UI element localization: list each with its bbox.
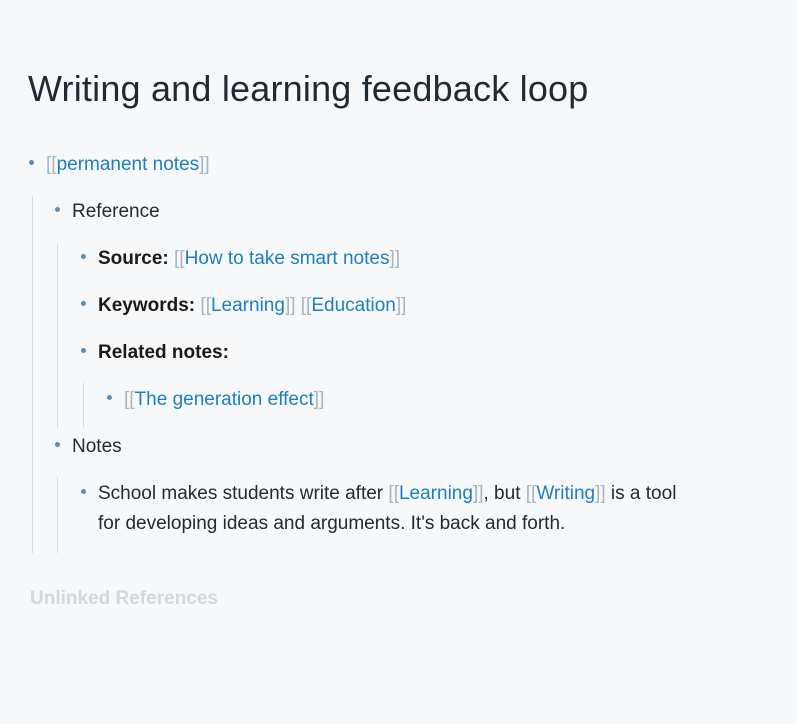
link-close-bracket: ]]: [313, 389, 325, 410]
block-text-school-line2: for developing ideas and arguments. It's…: [98, 513, 566, 534]
page-link-learning-inline[interactable]: Learning: [399, 483, 473, 504]
attribute-keywords: Keywords:: [98, 295, 196, 316]
page-link-permanent-notes[interactable]: permanent notes: [57, 154, 200, 175]
page-link-how-to-take-smart-notes[interactable]: How to take smart notes: [185, 248, 390, 269]
link-open-bracket: [[: [174, 248, 185, 269]
link-close-bracket: ]]: [199, 154, 210, 175]
link-open-bracket: [[: [46, 154, 57, 175]
block-source[interactable]: Source: [[How to take smart notes]]: [81, 244, 400, 274]
link-open-bracket: [[: [124, 389, 135, 410]
link-close-bracket: ]]: [472, 483, 484, 504]
bullet-dot[interactable]: [55, 207, 60, 213]
page-link-learning[interactable]: Learning: [211, 295, 285, 316]
block-text-reference: Reference: [72, 201, 160, 222]
unlinked-references-header[interactable]: Unlinked References: [30, 588, 218, 610]
link-open-bracket: [[: [200, 295, 211, 316]
block-school[interactable]: School makes students write after [[Lear…: [81, 479, 676, 509]
block-permanent-notes[interactable]: [[permanent notes]]: [29, 150, 210, 180]
page-link-the-generation-effect[interactable]: The generation effect: [135, 389, 314, 410]
page-title[interactable]: Writing and learning feedback loop: [28, 68, 589, 110]
bullet-dot[interactable]: [81, 301, 86, 307]
indent-guide-level3-related: [83, 383, 84, 428]
link-close-bracket: ]]: [395, 295, 407, 316]
block-related-notes[interactable]: Related notes:: [81, 338, 229, 368]
link-open-bracket: [[: [388, 483, 399, 504]
bullet-dot[interactable]: [81, 348, 86, 354]
page-link-education[interactable]: Education: [311, 295, 396, 316]
page-link-writing[interactable]: Writing: [536, 483, 595, 504]
indent-guide-level2-notes: [57, 477, 58, 553]
block-text-school-middle: , but: [483, 483, 526, 504]
page: Writing and learning feedback loop [[per…: [0, 0, 797, 724]
link-close-bracket: ]]: [595, 483, 606, 504]
block-reference[interactable]: Reference: [55, 197, 160, 227]
bullet-dot[interactable]: [29, 160, 34, 166]
indent-guide-level2-reference: [57, 243, 58, 428]
attribute-source: Source:: [98, 248, 169, 269]
bullet-dot[interactable]: [81, 489, 86, 495]
block-keywords[interactable]: Keywords: [[Learning]] [[Education]]: [81, 291, 406, 321]
link-open-bracket: [[: [300, 295, 312, 316]
link-open-bracket: [[: [525, 483, 537, 504]
block-notes[interactable]: Notes: [55, 432, 122, 462]
block-text-school-end: is a tool: [605, 483, 677, 504]
attribute-related-notes: Related notes:: [98, 342, 229, 363]
block-generation-effect[interactable]: [[The generation effect]]: [107, 385, 324, 415]
block-text-school-start: School makes students write after: [98, 483, 389, 504]
bullet-dot[interactable]: [81, 254, 86, 260]
bullet-dot[interactable]: [107, 395, 112, 401]
link-close-bracket: ]]: [284, 295, 296, 316]
bullet-dot[interactable]: [55, 442, 60, 448]
indent-guide-level1: [32, 196, 33, 553]
block-text-notes: Notes: [72, 436, 122, 457]
link-close-bracket: ]]: [389, 248, 401, 269]
